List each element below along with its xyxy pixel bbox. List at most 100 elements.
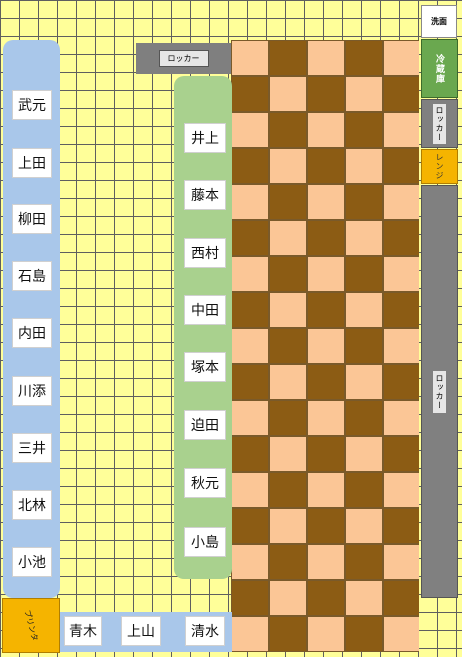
range[interactable]: レンジ <box>421 149 458 184</box>
floor-tile <box>269 76 307 112</box>
floor-tile <box>231 544 269 580</box>
locker-right-tall[interactable]: ロッカー <box>421 185 458 598</box>
floor-tile <box>345 400 383 436</box>
desk-nakata[interactable]: 中田 <box>184 295 226 325</box>
floor-tile <box>383 112 419 148</box>
floor-tile <box>231 508 269 544</box>
floor-tile <box>345 220 383 256</box>
floor-tile <box>307 580 345 616</box>
floor-tile <box>231 400 269 436</box>
desk-fujimoto[interactable]: 藤本 <box>184 180 226 210</box>
desk-koike[interactable]: 小池 <box>12 547 52 577</box>
floor-tile <box>231 328 269 364</box>
floor-tile <box>383 292 419 328</box>
floor-tile <box>345 292 383 328</box>
checkerboard-floor <box>231 40 419 652</box>
desk-kojima[interactable]: 小島 <box>184 527 226 557</box>
floor-tile <box>307 616 345 652</box>
floor-tile <box>383 220 419 256</box>
floor-tile <box>231 112 269 148</box>
sink-label: 洗面 <box>431 17 447 26</box>
floor-tile <box>269 112 307 148</box>
floor-tile <box>383 580 419 616</box>
floor-tile <box>345 364 383 400</box>
floor-tile <box>231 364 269 400</box>
floor-tile <box>231 184 269 220</box>
floor-tile <box>231 256 269 292</box>
floor-tile <box>231 472 269 508</box>
desk-inoue[interactable]: 井上 <box>184 123 226 153</box>
floor-tile <box>307 544 345 580</box>
floor-tile <box>307 220 345 256</box>
printer-label: プリンタ <box>22 608 40 643</box>
floor-tile <box>307 40 345 76</box>
floor-tile <box>231 40 269 76</box>
desk-takemoto[interactable]: 武元 <box>12 90 52 120</box>
floor-tile <box>307 436 345 472</box>
desk-yanagita[interactable]: 柳田 <box>12 204 52 234</box>
desk-nishimura[interactable]: 西村 <box>184 238 226 268</box>
fridge[interactable]: 冷蔵庫 <box>421 39 458 98</box>
floor-tile <box>345 436 383 472</box>
floor-tile <box>269 220 307 256</box>
floor-plan: ロッカー 洗面 冷蔵庫 ロッカー レンジ ロッカー プリンタ 青木 上山 清水 … <box>0 0 462 657</box>
floor-tile <box>269 580 307 616</box>
desk-akimoto[interactable]: 秋元 <box>184 468 226 498</box>
floor-tile <box>231 580 269 616</box>
floor-tile <box>383 436 419 472</box>
floor-tile <box>383 76 419 112</box>
locker-top-label: ロッカー <box>158 50 209 67</box>
floor-tile <box>307 256 345 292</box>
sink[interactable]: 洗面 <box>421 5 457 38</box>
floor-tile <box>307 508 345 544</box>
desk-aoki[interactable]: 青木 <box>64 616 102 646</box>
floor-tile <box>231 76 269 112</box>
floor-tile <box>307 472 345 508</box>
locker-top[interactable]: ロッカー <box>136 43 231 74</box>
desk-ueyama[interactable]: 上山 <box>121 616 161 646</box>
floor-tile <box>269 40 307 76</box>
floor-tile <box>307 328 345 364</box>
desk-ishijima[interactable]: 石島 <box>12 261 52 291</box>
desk-ueda[interactable]: 上田 <box>12 148 52 178</box>
floor-tile <box>307 292 345 328</box>
floor-tile <box>383 400 419 436</box>
floor-tile <box>307 112 345 148</box>
desk-tsukamoto[interactable]: 塚本 <box>184 352 226 382</box>
desk-uchida[interactable]: 内田 <box>12 318 52 348</box>
floor-tile <box>269 616 307 652</box>
floor-tile <box>383 616 419 652</box>
floor-tile <box>345 148 383 184</box>
desk-kitabayashi[interactable]: 北林 <box>12 490 52 520</box>
floor-tile <box>231 616 269 652</box>
desk-shimizu[interactable]: 清水 <box>185 616 225 646</box>
printer[interactable]: プリンタ <box>2 598 60 653</box>
locker-right-small[interactable]: ロッカー <box>421 99 458 148</box>
floor-tile <box>269 256 307 292</box>
floor-tile <box>307 148 345 184</box>
floor-tile <box>383 184 419 220</box>
floor-tile <box>345 580 383 616</box>
floor-tile <box>231 220 269 256</box>
range-label: レンジ <box>435 153 444 180</box>
floor-tile <box>345 256 383 292</box>
desk-mitsui[interactable]: 三井 <box>12 433 52 463</box>
floor-tile <box>269 400 307 436</box>
floor-tile <box>269 184 307 220</box>
floor-tile <box>383 40 419 76</box>
fridge-label: 冷蔵庫 <box>434 53 444 84</box>
floor-tile <box>345 472 383 508</box>
floor-tile <box>269 292 307 328</box>
floor-tile <box>269 436 307 472</box>
floor-tile <box>383 544 419 580</box>
floor-tile <box>231 148 269 184</box>
floor-tile <box>269 544 307 580</box>
floor-tile <box>269 472 307 508</box>
floor-tile <box>269 148 307 184</box>
desk-kawazoe[interactable]: 川添 <box>12 376 52 406</box>
locker-right-tall-label: ロッカー <box>433 370 446 413</box>
floor-tile <box>269 328 307 364</box>
floor-tile <box>345 508 383 544</box>
floor-tile <box>345 184 383 220</box>
desk-sakoda[interactable]: 迫田 <box>184 410 226 440</box>
